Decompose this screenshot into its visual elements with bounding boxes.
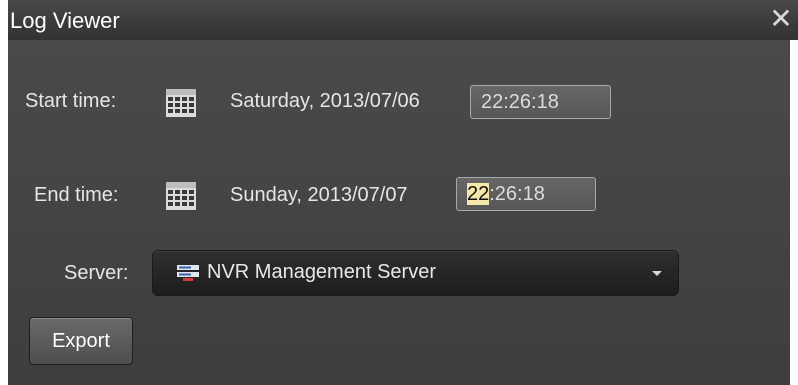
close-icon[interactable]: ✕	[768, 4, 794, 34]
window-title: Log Viewer	[10, 8, 120, 33]
chevron-down-icon[interactable]	[652, 271, 662, 276]
end-time-label: End time:	[34, 184, 119, 206]
server-label: Server:	[64, 262, 129, 284]
end-time-rest: :26:18	[489, 183, 545, 205]
end-time-field[interactable]: 22:26:18	[456, 177, 596, 211]
export-button[interactable]: Export	[29, 317, 133, 365]
log-viewer-window: Log Viewer ✕ Start time: Saturday, 2013/…	[0, 0, 798, 385]
end-time-hour-selected: 22	[467, 183, 490, 205]
calendar-icon[interactable]	[166, 89, 196, 117]
end-date[interactable]: Sunday, 2013/07/07	[230, 184, 408, 207]
window-edge	[790, 40, 798, 385]
start-time-field[interactable]: 22:26:18	[470, 85, 611, 119]
calendar-icon[interactable]	[166, 182, 196, 210]
start-time-label: Start time:	[25, 90, 117, 112]
title-bar: Log Viewer ✕	[8, 0, 798, 41]
start-date[interactable]: Saturday, 2013/07/06	[230, 90, 420, 113]
server-selected-value: NVR Management Server	[207, 261, 436, 283]
server-icon	[177, 265, 199, 281]
server-dropdown[interactable]: NVR Management Server	[152, 250, 679, 296]
